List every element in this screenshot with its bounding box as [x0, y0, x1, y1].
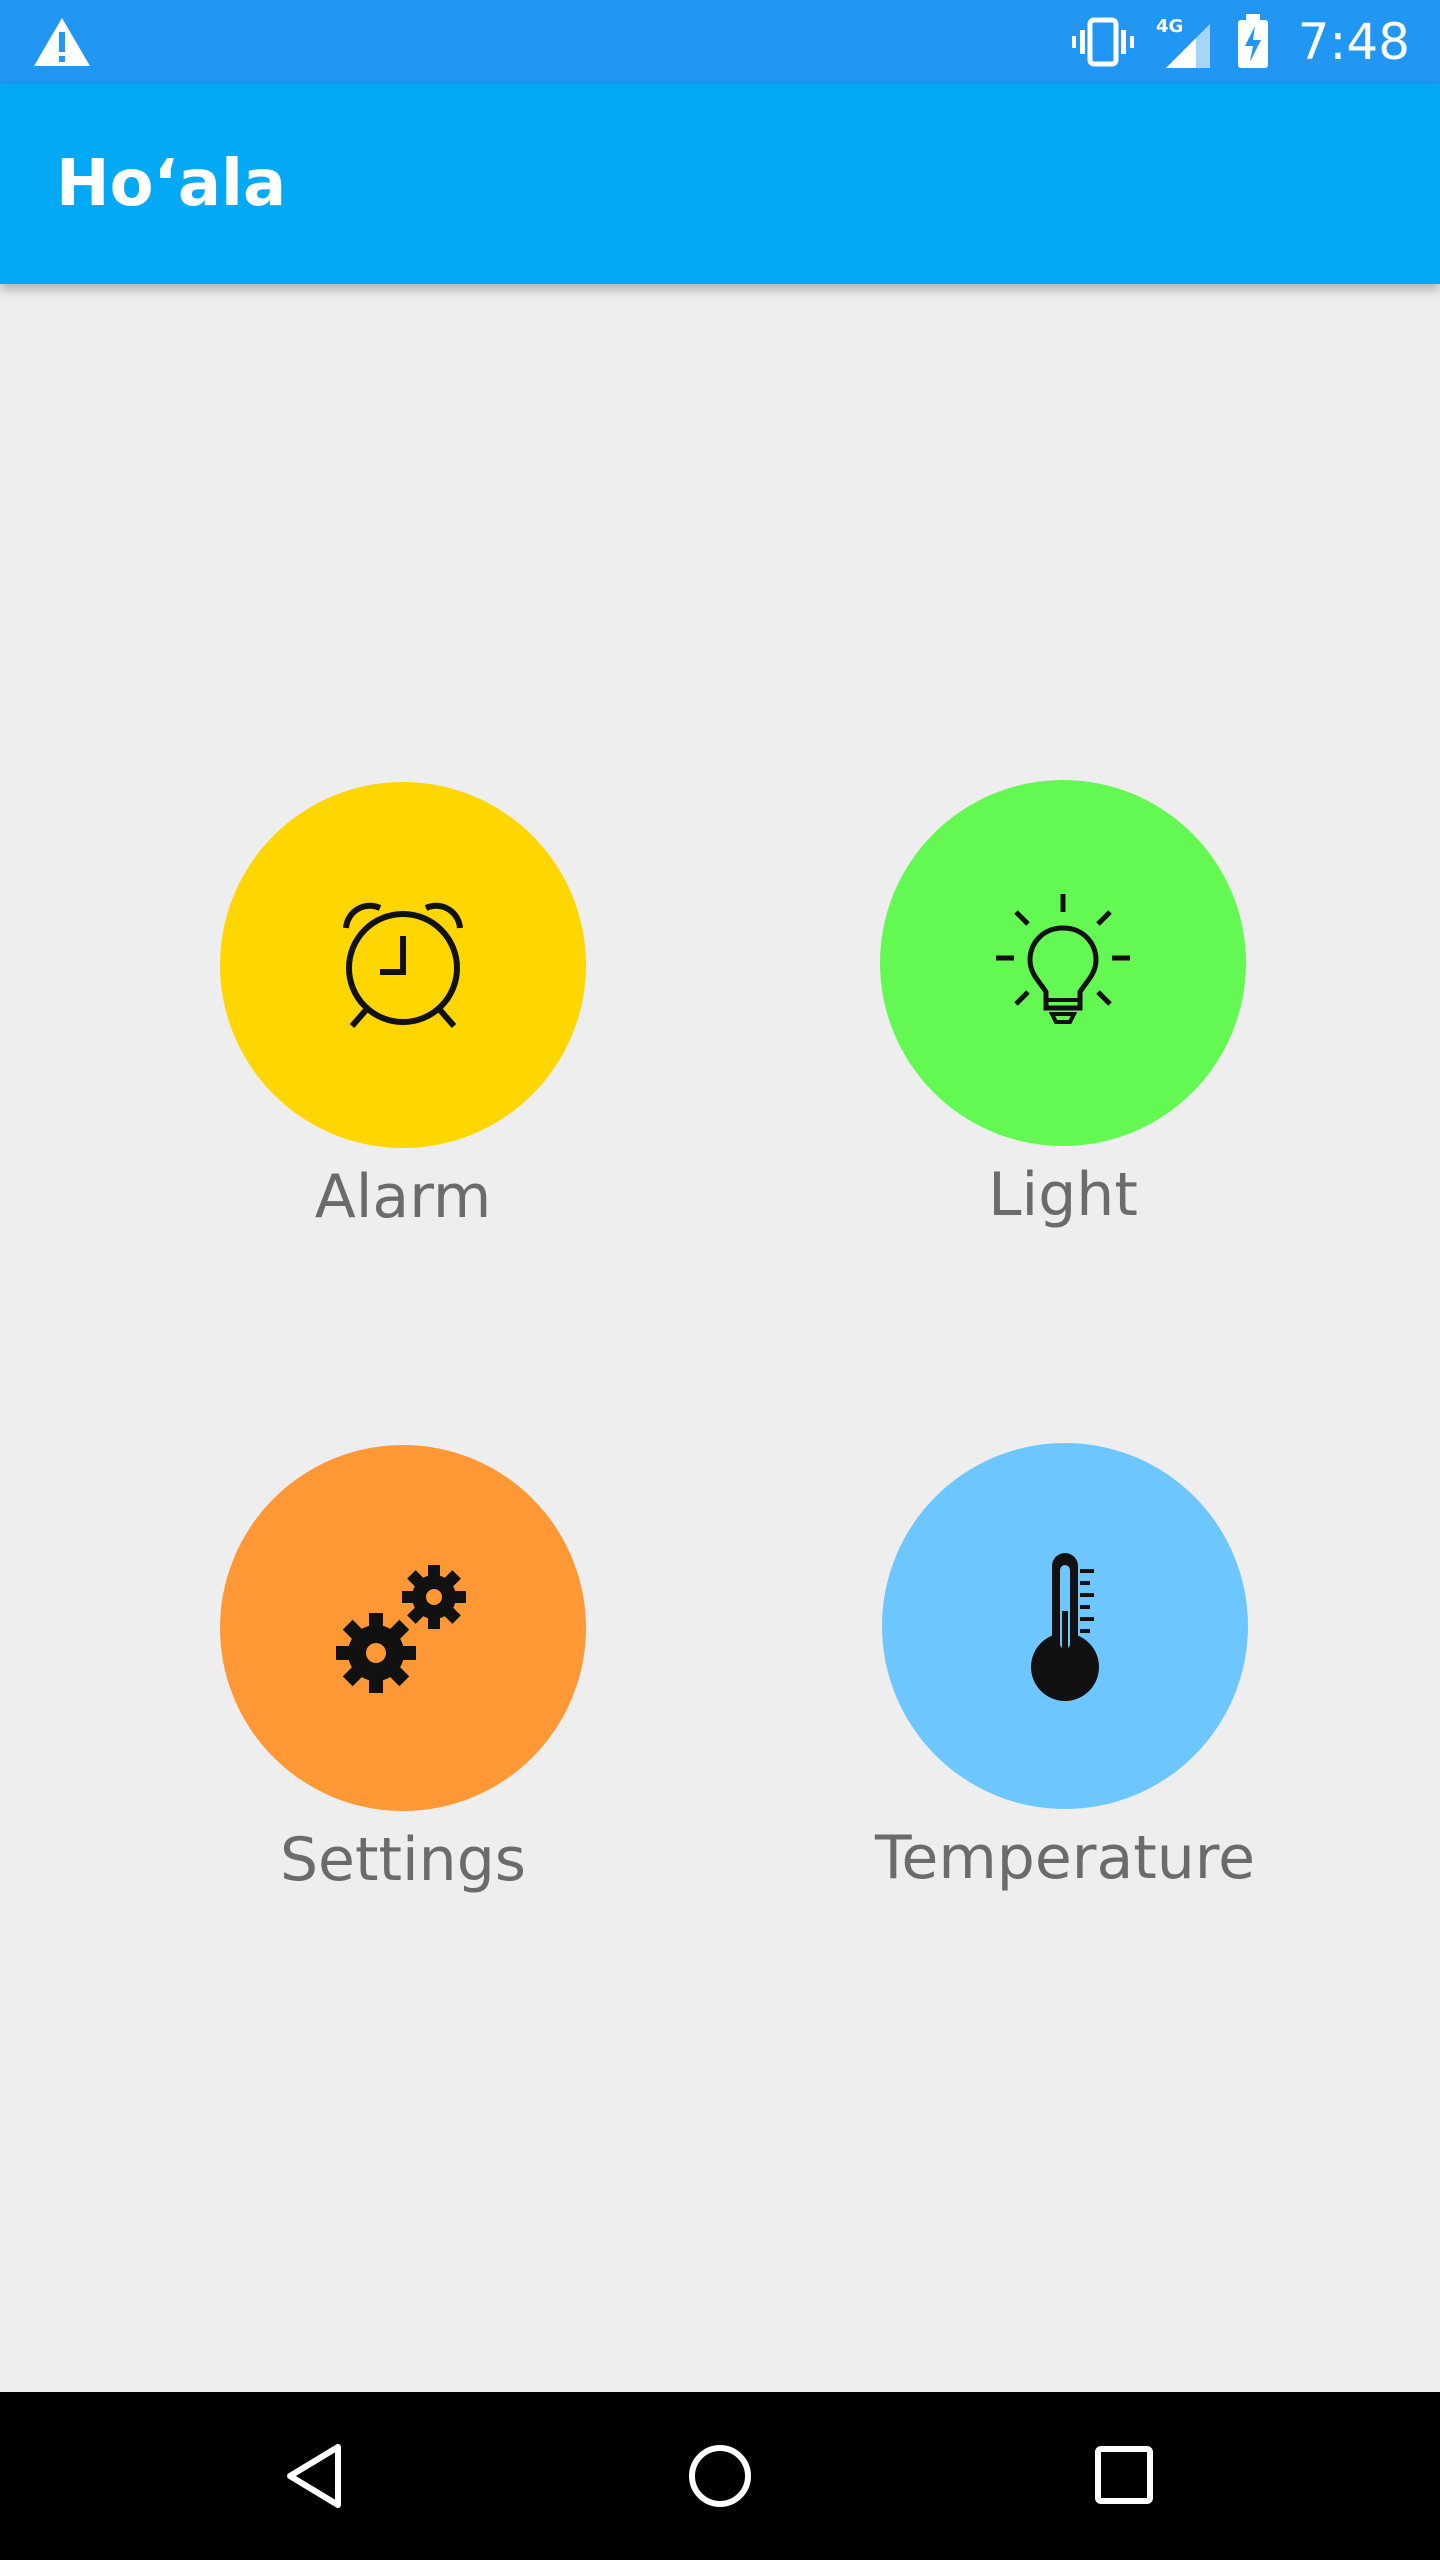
lightbulb-icon: [996, 894, 1130, 1024]
home-button[interactable]: [670, 2426, 770, 2526]
tile-settings[interactable]: Settings: [193, 1445, 613, 1895]
tile-light[interactable]: Light: [853, 780, 1273, 1230]
back-button[interactable]: [265, 2426, 365, 2526]
tile-temperature[interactable]: Temperature: [855, 1443, 1275, 1893]
svg-text:4G: 4G: [1156, 16, 1183, 37]
settings-button[interactable]: [220, 1445, 586, 1811]
recents-button[interactable]: [1075, 2426, 1175, 2526]
signal-4g-icon: 4G: [1156, 16, 1210, 68]
battery-charging-icon: [1237, 14, 1268, 68]
light-label: Light: [988, 1160, 1138, 1230]
vibrate-icon: [1071, 17, 1134, 67]
alarm-label: Alarm: [314, 1162, 492, 1232]
back-icon: [287, 2444, 341, 2508]
light-button[interactable]: [880, 780, 1246, 1146]
recents-icon: [1095, 2446, 1153, 2504]
settings-label: Settings: [279, 1825, 527, 1895]
gears-icon: [336, 1565, 466, 1693]
status-time: 7:48: [1297, 13, 1410, 71]
app-bar: Ho‘ala: [0, 84, 1440, 284]
warning-icon: [34, 18, 90, 66]
home-icon: [689, 2445, 751, 2507]
tile-alarm[interactable]: Alarm: [193, 782, 613, 1232]
navigation-bar: [0, 2392, 1440, 2560]
temperature-button[interactable]: [882, 1443, 1248, 1809]
alarm-button[interactable]: [220, 782, 586, 1148]
thermometer-icon: [1031, 1553, 1099, 1701]
app-title: Ho‘ala: [56, 147, 287, 221]
alarm-clock-icon: [343, 902, 463, 1028]
status-bar: 4G 7:48: [0, 0, 1440, 84]
temperature-label: Temperature: [874, 1823, 1256, 1893]
